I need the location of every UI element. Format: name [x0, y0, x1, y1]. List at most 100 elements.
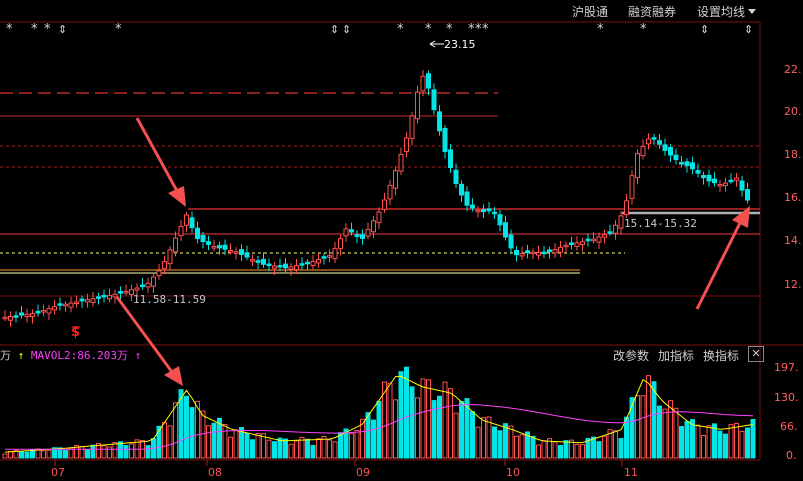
candle-body — [563, 244, 569, 248]
volume-bar — [371, 419, 376, 459]
time-label: 11 — [624, 466, 638, 479]
candlesticks — [2, 70, 750, 327]
candle-body — [453, 169, 459, 185]
event-star: * — [475, 22, 482, 37]
volume-bar — [228, 436, 233, 459]
price-tick: 12. — [784, 278, 802, 291]
volume-bar — [739, 430, 745, 459]
candle-body — [250, 259, 255, 262]
candle-body — [382, 199, 387, 210]
volume-bar — [107, 446, 112, 459]
volume-bar — [387, 382, 393, 459]
candle-body — [673, 154, 679, 161]
volume-bar — [459, 401, 464, 459]
volume-bar — [673, 407, 679, 459]
candle-body — [96, 296, 101, 299]
event-star: * — [446, 22, 453, 37]
volume-bar — [503, 423, 508, 459]
arrow-down-icon — [135, 117, 179, 192]
candle-body — [624, 200, 629, 216]
event-star: * — [44, 22, 51, 37]
volume-bar — [679, 425, 684, 459]
candle-body — [662, 144, 668, 151]
candle-body — [426, 73, 431, 89]
event-star: * — [397, 22, 404, 37]
candle-body — [79, 298, 85, 302]
candle-body — [288, 266, 294, 270]
volume-bar — [167, 425, 173, 459]
candle-body — [591, 238, 596, 242]
candle-body — [277, 265, 283, 268]
volume-bar — [305, 438, 310, 459]
volume-bar — [745, 427, 750, 459]
candle-body — [695, 169, 701, 174]
volume-bar — [437, 395, 442, 459]
volume-bar — [448, 388, 453, 459]
switch-indicator-button[interactable]: 换指标 — [703, 347, 739, 364]
candle-body — [332, 248, 338, 260]
volume-bar — [728, 424, 734, 459]
candle-body — [90, 298, 96, 303]
volume-bar — [684, 420, 690, 459]
candle-body — [717, 184, 723, 187]
volume-bar — [189, 407, 195, 459]
candle-body — [464, 191, 470, 206]
volume-axis: 197. 130. 66. 0. — [774, 361, 799, 462]
candle-body — [618, 215, 624, 229]
event-star: * — [640, 22, 647, 37]
candle-body — [602, 234, 607, 238]
candle-body — [206, 241, 211, 245]
volume-bar — [734, 422, 739, 459]
volume-bar — [365, 412, 371, 459]
price-tick: 20. — [784, 105, 802, 118]
candle-body — [13, 315, 19, 318]
candle-body — [178, 226, 184, 237]
candle-body — [679, 162, 684, 165]
candle-body — [640, 145, 646, 157]
arrowhead-icon — [164, 366, 183, 386]
volume-bar — [112, 441, 118, 459]
candle-body — [101, 294, 107, 298]
volume-bar — [316, 438, 321, 459]
volume-bar — [123, 444, 129, 459]
volume-bar — [662, 408, 668, 459]
event-updown: ⇕ — [342, 23, 351, 36]
price-axis: 22. 20. 18. 16. 14. 12. — [784, 63, 802, 291]
volume-bar — [266, 439, 272, 459]
volume-bar — [398, 371, 404, 459]
volume-bar — [211, 422, 217, 459]
time-axis: 07 08 09 10 11 — [51, 460, 638, 479]
volume-bar — [580, 444, 585, 459]
volume-bar — [635, 395, 640, 459]
volume-bar — [79, 446, 85, 459]
volume-bar — [200, 410, 206, 459]
volume-bar — [723, 433, 728, 459]
candle-body — [327, 255, 332, 258]
close-icon[interactable]: ✕ — [748, 346, 764, 362]
volume-bar — [376, 400, 382, 459]
event-updown: ⇕ — [744, 23, 753, 36]
volume-bar — [750, 419, 756, 459]
volume-bar — [19, 450, 24, 459]
candle-body — [668, 146, 673, 156]
add-indicator-button[interactable]: 加指标 — [658, 347, 694, 364]
volume-bar — [563, 440, 569, 459]
candle-body — [712, 178, 717, 184]
volume-bar — [618, 438, 624, 459]
volume-bar — [2, 453, 8, 459]
price-tick: 16. — [784, 191, 802, 204]
candle-body — [316, 259, 321, 264]
candle-body — [2, 316, 8, 320]
volume-bar — [591, 436, 596, 459]
candle-body — [145, 282, 151, 288]
volume-bar — [354, 429, 360, 459]
volume-bar — [481, 417, 486, 459]
candle-body — [470, 204, 475, 209]
change-params-button[interactable]: 改参数 — [613, 347, 649, 364]
candle-body — [310, 260, 316, 266]
kline-chart[interactable]: 22. 20. 18. 16. 14. 12. * * * * * * * * … — [0, 0, 803, 481]
candle-body — [629, 175, 635, 199]
candle-body — [294, 265, 299, 270]
price-annotations: 23.15 11.58-11.59 15.14-15.32 $ — [71, 38, 697, 340]
candle-body — [305, 261, 310, 265]
